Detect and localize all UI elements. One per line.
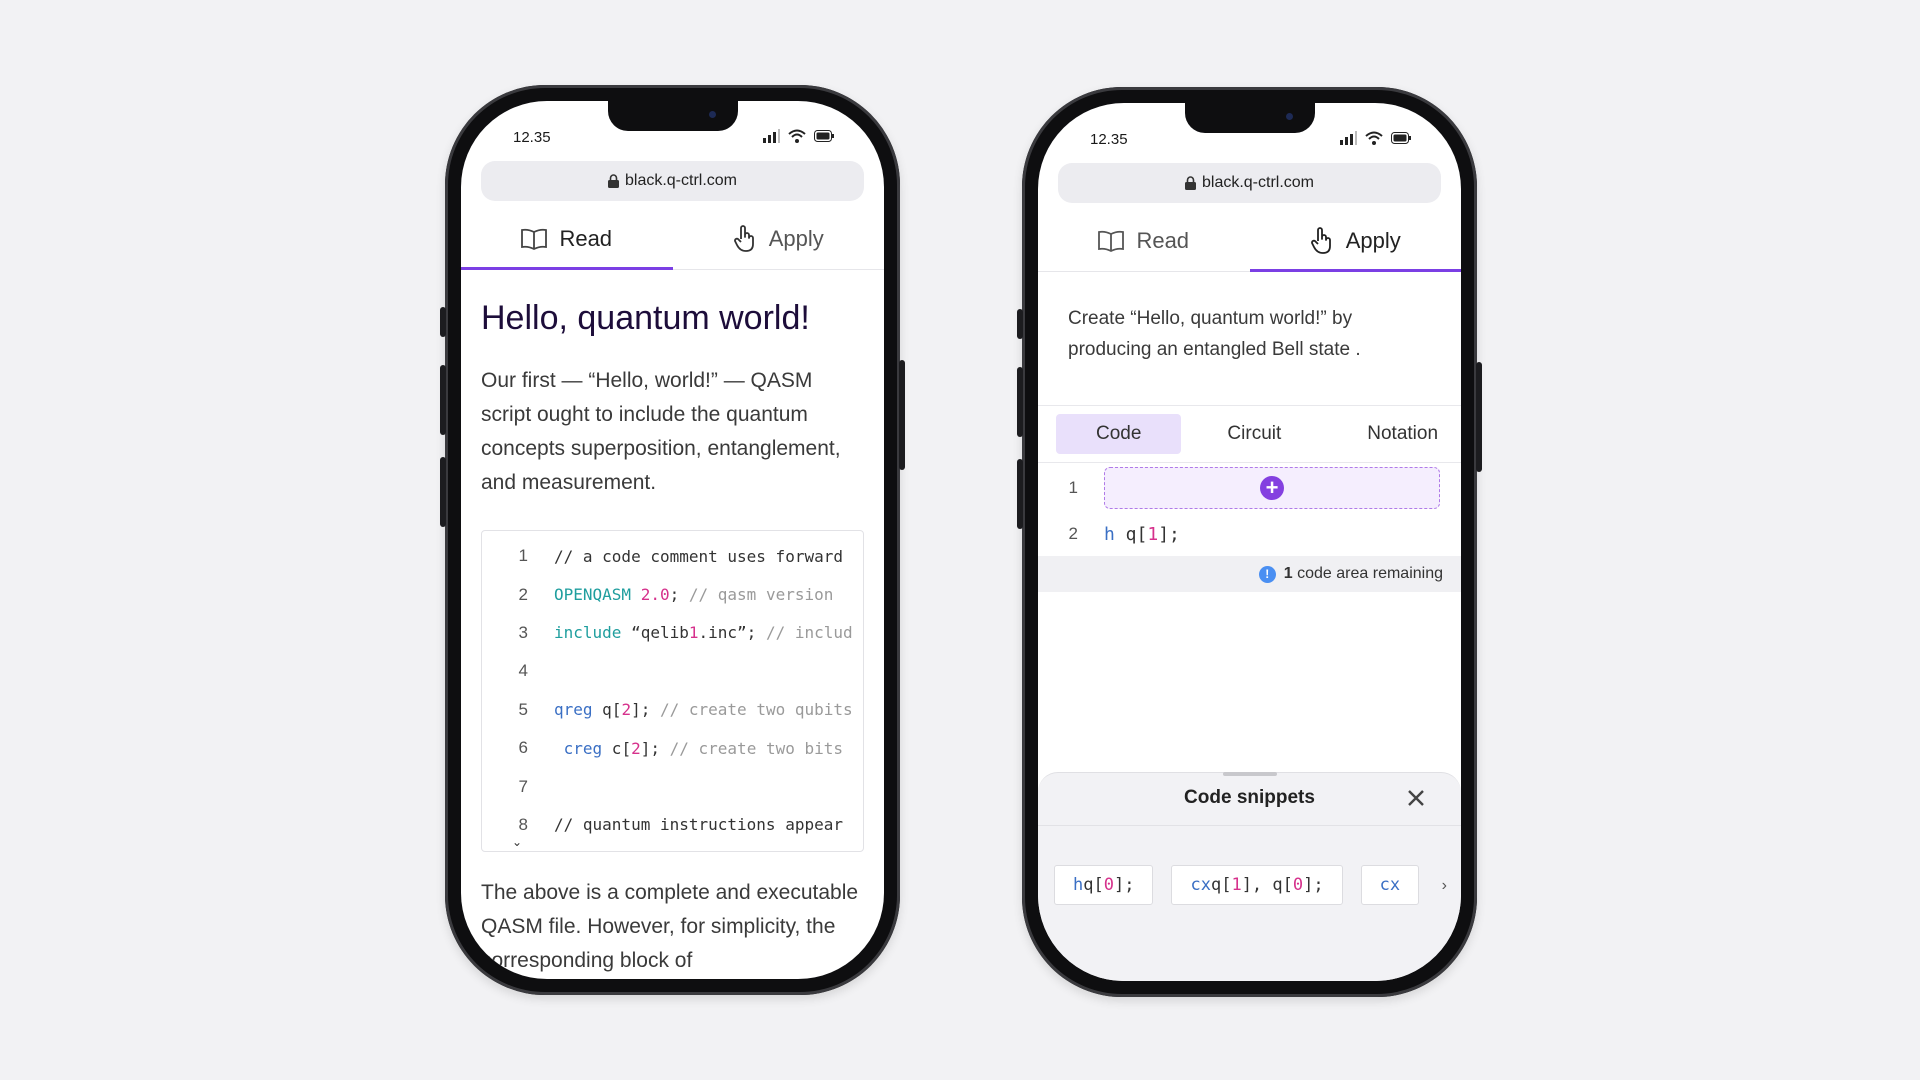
code-block[interactable]: 1 // a code comment uses forward 2 OPENQAS… bbox=[481, 530, 864, 852]
url-bar[interactable]: black.q-ctrl.com bbox=[1058, 163, 1441, 203]
line-number: 2 bbox=[518, 584, 528, 604]
code-text: OPENQASM 2.0; // qasm version bbox=[554, 585, 834, 605]
pointer-hand-icon bbox=[733, 225, 754, 252]
tab-notation[interactable]: Notation bbox=[1327, 414, 1461, 454]
book-icon bbox=[521, 228, 548, 250]
url-bar[interactable]: black.q-ctrl.com bbox=[481, 161, 864, 201]
signal-icon bbox=[763, 129, 780, 143]
line-number: 8 bbox=[518, 814, 528, 834]
snippet-list: h q[0]; cx q[1], q[0]; cx bbox=[1054, 865, 1461, 905]
tab-read[interactable]: Read bbox=[461, 209, 673, 270]
code-drop-zone[interactable]: + bbox=[1104, 467, 1440, 509]
line-number: 1 bbox=[1068, 478, 1078, 497]
line-number: 4 bbox=[518, 661, 528, 681]
lock-icon bbox=[607, 174, 619, 188]
remaining-text: code area remaining bbox=[1297, 565, 1443, 582]
book-icon bbox=[1098, 230, 1125, 252]
editor-line: 1 + bbox=[1038, 465, 1461, 511]
status-icons bbox=[763, 129, 834, 143]
url-text: black.q-ctrl.com bbox=[624, 172, 738, 189]
left-screen: 12.35 black.q-ctrl.com Read Apply Hello,… bbox=[461, 101, 884, 979]
pointer-hand-icon bbox=[1310, 227, 1331, 254]
mode-tabs: Read Apply bbox=[461, 209, 884, 270]
plus-icon[interactable]: + bbox=[1260, 476, 1284, 500]
remaining-count: 1 bbox=[1283, 565, 1293, 582]
status-time: 12.35 bbox=[513, 129, 551, 146]
tab-apply-label: Apply bbox=[1345, 228, 1401, 253]
snippet-chip[interactable]: h q[0]; bbox=[1054, 865, 1154, 905]
line-number: 3 bbox=[518, 622, 528, 642]
code-line: 5 qreg q[2]; // create two qubits bbox=[482, 691, 863, 729]
code-line: 8 // quantum instructions appear bbox=[482, 806, 863, 844]
tab-code[interactable]: Code bbox=[1056, 414, 1182, 454]
remaining-banner: ! 1 code area remaining bbox=[1038, 556, 1461, 592]
tab-circuit[interactable]: Circuit bbox=[1187, 414, 1321, 454]
code-editor: 1 + 2 h q[1]; bbox=[1038, 465, 1461, 557]
code-line: 1 // a code comment uses forward bbox=[482, 537, 863, 575]
read-content: Hello, quantum world! Our first — “Hello… bbox=[481, 269, 864, 978]
wifi-icon bbox=[788, 129, 806, 143]
right-phone: 12.35 black.q-ctrl.com Read Apply Create… bbox=[1017, 87, 1482, 997]
battery-icon bbox=[814, 130, 834, 142]
line-number: 6 bbox=[518, 738, 528, 758]
right-screen: 12.35 black.q-ctrl.com Read Apply Create… bbox=[1038, 103, 1461, 981]
followup-paragraph: The above is a complete and executable Q… bbox=[481, 881, 859, 972]
tab-apply[interactable]: Apply bbox=[1249, 211, 1462, 272]
code-text: include “qelib1.inc”; // includ bbox=[554, 623, 853, 643]
info-icon: ! bbox=[1258, 565, 1276, 583]
chevron-down-icon[interactable]: ⌄ bbox=[512, 835, 522, 849]
battery-icon bbox=[1391, 132, 1411, 144]
snippets-sheet: Code snippets h q[0]; cx q[1], q[0]; cx … bbox=[1038, 772, 1461, 981]
line-number: 1 bbox=[518, 546, 528, 566]
view-tabs: Code Circuit Notation bbox=[1038, 405, 1461, 463]
tab-read-label: Read bbox=[559, 226, 613, 251]
close-icon[interactable] bbox=[1403, 785, 1429, 811]
task-intro: Create “Hello, quantum world!” by produc… bbox=[1068, 308, 1361, 360]
notch bbox=[607, 101, 738, 131]
line-number: 7 bbox=[518, 776, 528, 796]
chevron-right-icon[interactable]: › bbox=[1442, 877, 1447, 895]
notch bbox=[1184, 103, 1315, 133]
signal-icon bbox=[1340, 131, 1357, 145]
url-text: black.q-ctrl.com bbox=[1201, 174, 1315, 191]
code-text: qreg q[2]; // create two qubits bbox=[554, 700, 853, 720]
wifi-icon bbox=[1365, 131, 1383, 145]
status-icons bbox=[1340, 131, 1411, 145]
code-text: // quantum instructions appear bbox=[554, 815, 843, 835]
code-line: 4 bbox=[482, 652, 863, 690]
tab-read-label: Read bbox=[1136, 228, 1190, 253]
page-title: Hello, quantum world! bbox=[481, 299, 810, 337]
code-text: creg c[2]; // create two bits bbox=[563, 738, 844, 758]
sheet-title: Code snippets bbox=[1184, 787, 1315, 808]
editor-line: 2 h q[1]; bbox=[1038, 511, 1461, 557]
drag-handle[interactable] bbox=[1222, 772, 1277, 776]
line-number: 5 bbox=[518, 699, 528, 719]
code-text[interactable]: h q[1]; bbox=[1104, 524, 1180, 545]
status-time: 12.35 bbox=[1090, 131, 1128, 148]
code-text: // a code comment uses forward bbox=[554, 546, 843, 566]
lock-icon bbox=[1184, 176, 1196, 190]
line-number: 2 bbox=[1068, 524, 1078, 543]
snippet-chip[interactable]: cx q[1], q[0]; bbox=[1171, 865, 1343, 905]
mode-tabs: Read Apply bbox=[1038, 211, 1461, 272]
code-line: 6 creg c[2]; // create two bits bbox=[482, 729, 863, 767]
tab-apply[interactable]: Apply bbox=[673, 209, 885, 269]
code-line: 2 OPENQASM 2.0; // qasm version bbox=[482, 575, 863, 613]
intro-paragraph: Our first — “Hello, world!” — QASM scrip… bbox=[481, 369, 841, 494]
snippet-chip[interactable]: cx bbox=[1360, 865, 1420, 905]
tab-apply-label: Apply bbox=[768, 226, 824, 251]
code-line: 3 include “qelib1.inc”; // includ bbox=[482, 614, 863, 652]
left-phone: 12.35 black.q-ctrl.com Read Apply Hello,… bbox=[440, 85, 905, 995]
tab-read[interactable]: Read bbox=[1038, 211, 1250, 271]
code-line: 7 bbox=[482, 767, 863, 805]
